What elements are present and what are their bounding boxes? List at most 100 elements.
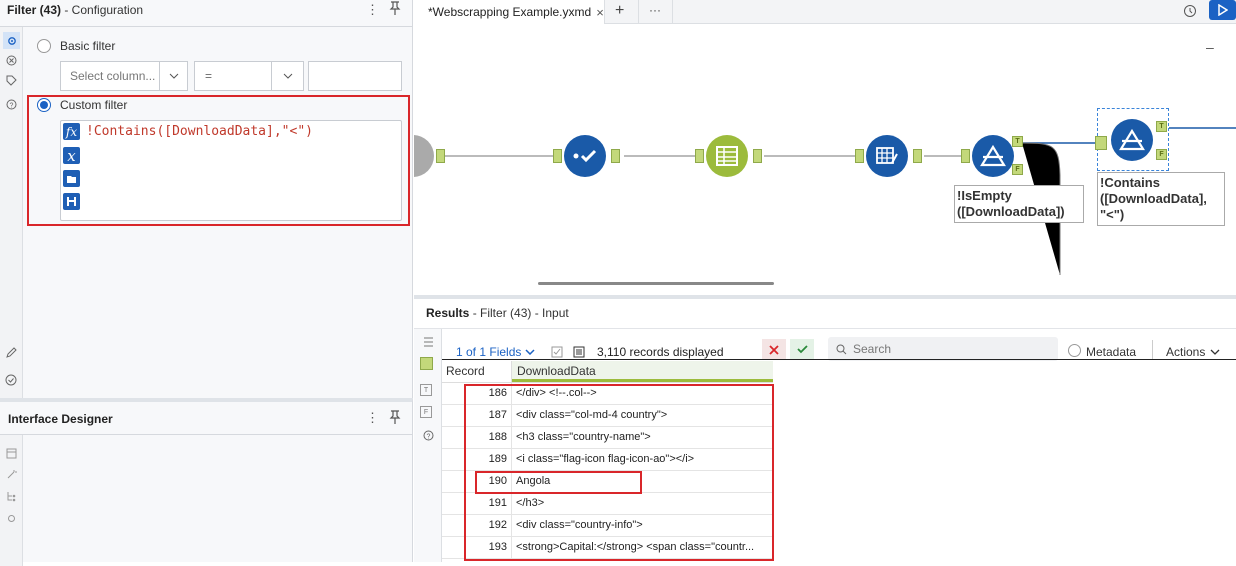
results-pane: Results - Filter (43) - Input T F ? 1 of… xyxy=(414,299,1236,562)
settings-icon[interactable] xyxy=(3,510,19,526)
help-icon[interactable]: ? xyxy=(3,96,19,112)
records-icon[interactable] xyxy=(571,344,587,360)
tab-divider xyxy=(638,0,639,24)
config-subtitle: - Configuration xyxy=(61,3,144,17)
false-output-icon[interactable]: F xyxy=(420,406,432,418)
chevron-down-icon xyxy=(525,349,535,355)
annotation-line: !IsEmpty xyxy=(957,188,1012,203)
actions-menu[interactable]: Actions xyxy=(1166,345,1220,359)
tab-overflow-button[interactable]: ··· xyxy=(649,3,661,17)
column-header-record[interactable]: Record xyxy=(442,361,512,382)
results-header: Results - Filter (43) - Input xyxy=(426,306,569,320)
filter-value-input[interactable] xyxy=(308,61,402,91)
annotation-line: ([DownloadData], xyxy=(1100,191,1207,206)
annotation-line: ([DownloadData]) xyxy=(957,204,1065,219)
tab-webscrapping-example[interactable]: *Webscrapping Example.yxmd × xyxy=(414,0,605,24)
open-expression-icon[interactable] xyxy=(63,170,80,187)
tab-divider xyxy=(672,0,673,24)
canvas-scrollbar[interactable] xyxy=(538,282,774,285)
tree-icon[interactable] xyxy=(3,488,19,504)
interface-designer-divider xyxy=(0,434,413,435)
records-count: 3,110 records displayed xyxy=(597,345,724,359)
document-tabbar: *Webscrapping Example.yxmd × + ··· xyxy=(414,0,1236,24)
actions-label: Actions xyxy=(1166,345,1206,359)
close-icon[interactable]: × xyxy=(596,5,604,20)
output-anchor[interactable] xyxy=(436,149,445,163)
annotation-line: "<") xyxy=(1100,207,1125,222)
settings-icon[interactable] xyxy=(3,32,20,49)
metadata-toggle[interactable] xyxy=(1068,344,1081,357)
new-tab-button[interactable]: + xyxy=(615,2,624,20)
apply-button[interactable] xyxy=(790,339,814,360)
operator-value: = xyxy=(205,69,213,83)
clear-button[interactable] xyxy=(762,339,786,360)
more-options-icon[interactable]: ⋮ xyxy=(366,410,379,426)
select-records-tool[interactable] xyxy=(564,135,606,177)
variables-x-icon[interactable]: x xyxy=(63,147,80,165)
custom-filter-label: Custom filter xyxy=(60,98,128,112)
save-expression-icon[interactable] xyxy=(63,193,80,210)
input-anchor[interactable] xyxy=(695,149,704,163)
layout-icon[interactable] xyxy=(3,445,19,461)
results-title: Results xyxy=(426,306,470,320)
fields-selector[interactable]: 1 of 1 Fields xyxy=(456,345,535,359)
input-anchor[interactable] xyxy=(1095,136,1107,150)
false-anchor[interactable]: F xyxy=(1156,149,1167,160)
toolbar-underline xyxy=(442,359,1236,360)
filter-tool-contains[interactable] xyxy=(1111,119,1153,161)
filter-tool-isempty[interactable] xyxy=(972,135,1014,177)
angola-highlight xyxy=(475,471,642,494)
header-divider xyxy=(0,26,413,27)
edit-data-icon[interactable] xyxy=(549,344,565,360)
list-icon[interactable] xyxy=(420,334,436,350)
input-anchor[interactable] xyxy=(855,149,864,163)
output-anchor[interactable] xyxy=(753,149,762,163)
config-panel: Filter (43) - Configuration ⋮ ? Basic fi… xyxy=(0,0,413,398)
pin-icon[interactable] xyxy=(389,1,401,18)
output-anchor[interactable] xyxy=(913,149,922,163)
true-output-icon[interactable]: T xyxy=(420,384,432,396)
wand-icon[interactable] xyxy=(3,466,19,482)
input-anchor[interactable] xyxy=(553,149,562,163)
chevron-down-icon xyxy=(271,62,303,90)
run-button[interactable] xyxy=(1209,0,1236,20)
tag-icon[interactable] xyxy=(3,72,19,88)
data-cleansing-tool[interactable] xyxy=(866,135,908,177)
tab-label: *Webscrapping Example.yxmd xyxy=(428,5,592,19)
annotation-line: !Contains xyxy=(1100,175,1160,190)
results-side-strip: T F ? xyxy=(414,329,442,562)
help-icon[interactable]: ? xyxy=(420,427,436,443)
pencil-icon[interactable] xyxy=(3,345,19,361)
select-column-placeholder: Select column... xyxy=(70,69,156,83)
column-header-downloaddata[interactable]: DownloadData xyxy=(512,361,773,382)
annotation-icon[interactable] xyxy=(3,52,19,68)
input-anchor-icon[interactable] xyxy=(420,357,433,370)
input-anchor[interactable] xyxy=(961,149,970,163)
chevron-down-icon xyxy=(159,62,187,90)
pin-icon[interactable] xyxy=(389,410,401,427)
interface-designer-title: Interface Designer xyxy=(8,412,113,426)
expression-text[interactable]: !Contains([DownloadData],"<") xyxy=(86,124,313,139)
search-placeholder: Search xyxy=(853,342,892,356)
false-anchor[interactable]: F xyxy=(1012,164,1023,175)
text-to-columns-tool[interactable] xyxy=(706,135,748,177)
check-circle-icon[interactable] xyxy=(3,372,19,388)
workflow-canvas[interactable]: – T F !IsEmpty ([DownloadData]) T F !Con… xyxy=(414,25,1236,295)
output-anchor[interactable] xyxy=(611,149,620,163)
true-anchor[interactable]: T xyxy=(1012,136,1023,147)
results-header-divider xyxy=(414,328,1236,329)
custom-filter-radio[interactable] xyxy=(37,98,51,112)
operator-dropdown[interactable]: = xyxy=(194,61,304,91)
table-header-row: Record DownloadData xyxy=(442,361,773,383)
isempty-annotation: !IsEmpty ([DownloadData]) xyxy=(954,185,1084,223)
contains-annotation: !Contains ([DownloadData], "<") xyxy=(1097,172,1225,226)
toolbar-divider xyxy=(1152,340,1153,359)
history-icon[interactable] xyxy=(1182,3,1198,19)
true-anchor[interactable]: T xyxy=(1156,121,1167,132)
function-fx-icon[interactable]: fx xyxy=(63,123,80,140)
search-input[interactable]: Search xyxy=(828,337,1058,361)
basic-filter-radio[interactable] xyxy=(37,39,51,53)
more-options-icon[interactable]: ⋮ xyxy=(366,2,379,18)
config-side-strip: ? xyxy=(0,27,23,398)
select-column-dropdown[interactable]: Select column... xyxy=(60,61,188,91)
